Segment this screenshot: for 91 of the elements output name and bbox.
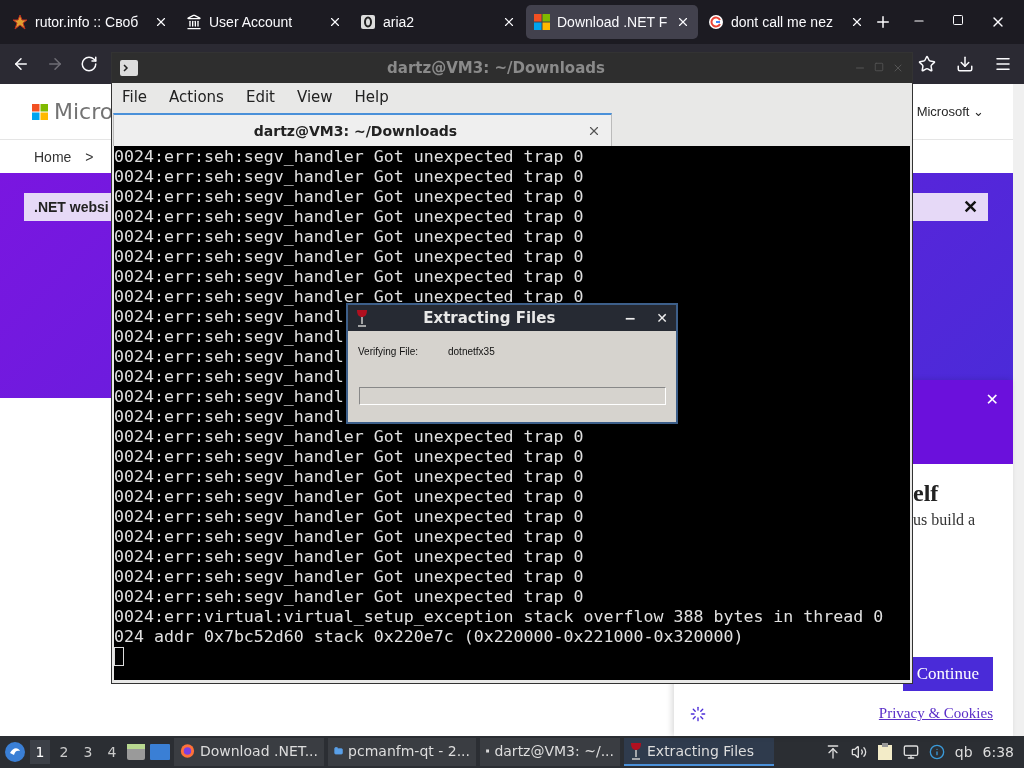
zero-icon — [360, 14, 376, 30]
terminal-line: 0024:err:seh:segv_handler Got unexpected trap 0 — [114, 247, 584, 267]
clock: 6:38 — [982, 744, 1014, 760]
browser-tab[interactable]: Download .NET F — [526, 5, 698, 39]
workspace-button[interactable]: 4 — [102, 740, 122, 764]
back-icon[interactable] — [12, 55, 30, 73]
reload-icon[interactable] — [80, 55, 98, 73]
terminal-line: 0024:err:seh:segv_handler Got unexpected trap 0 — [114, 147, 584, 167]
close-button[interactable]: ✕ — [985, 390, 999, 454]
terminal-line: 0024:err:seh:segv_handler Got unexpected trap 0 — [114, 447, 584, 467]
close-icon[interactable] — [328, 15, 342, 29]
workspace-button[interactable]: 1 — [30, 740, 50, 764]
terminal-line: 0024:err:seh:segv_handler Got unexpected trap 0 — [114, 427, 584, 447]
close-icon[interactable] — [502, 15, 516, 29]
terminal-line: 0024:err:seh:segv_handler Got unexpected trap 0 — [114, 167, 584, 187]
menu-item[interactable]: Edit — [245, 88, 275, 106]
network-icon[interactable] — [902, 744, 919, 760]
close-icon[interactable] — [850, 15, 864, 29]
breadcrumb-item: > — [85, 148, 94, 165]
dialog-title: Extracting Files — [422, 309, 557, 327]
terminal-line: 0024:err:seh:segv_handler Got unexpected trap 0 — [114, 507, 584, 527]
terminal-line: 0024:err:seh:segv_handl — [114, 367, 344, 387]
breadcrumb-item[interactable]: Home — [34, 148, 72, 165]
terminal-tab[interactable]: dartz@VM3: ~/Downloads — [113, 113, 612, 146]
menu-item[interactable]: Help — [354, 88, 389, 106]
cookie-heading: elf — [913, 480, 940, 507]
terminal-line: 0024:err:seh:segv_handl — [114, 387, 344, 407]
menu-item[interactable]: File — [122, 88, 148, 106]
menu-icon[interactable] — [994, 55, 1012, 73]
logo-text: Micro — [54, 99, 114, 124]
restore-icon[interactable] — [952, 14, 964, 26]
account-menu[interactable]: Microsoft ⌄ — [916, 104, 984, 119]
window-title: dartz@VM3: ~/Downloads — [386, 59, 606, 77]
browser-tab[interactable]: User Account — [178, 5, 350, 39]
taskbar-task[interactable]: dartz@VM3: ~/... — [480, 738, 620, 766]
terminal-line: 0024:err:virtual:virtual_setup_exception stack overflow 388 bytes in thread 0 — [114, 607, 884, 627]
spinner-icon — [690, 705, 706, 722]
info-icon[interactable] — [928, 744, 945, 760]
terminal-line: 0024:err:seh:segv_handler Got unexpected trap 0 — [114, 527, 584, 547]
terminal-line: 0024:err:seh:segv_handler Got unexpected trap 0 — [114, 587, 584, 607]
field-label: Verifying File: — [358, 346, 420, 357]
terminal-line: 0024:err:seh:segv_handl — [114, 327, 344, 347]
star-icon — [12, 14, 28, 30]
clipboard-icon[interactable] — [876, 743, 893, 761]
terminal-line: 0024:err:seh:segv_handler Got unexpected trap 0 — [114, 267, 584, 287]
taskbar-task[interactable]: pcmanfm-qt - 2... — [328, 738, 476, 766]
browser-tab[interactable]: rutor.info :: Своб — [4, 5, 176, 39]
bookmark-star-icon[interactable] — [918, 55, 936, 73]
menu-item[interactable]: View — [296, 88, 333, 106]
minimize-button[interactable]: − — [624, 310, 637, 326]
file-name: dotnetfx35 — [448, 346, 495, 357]
privacy-link[interactable]: Privacy & Cookies — [878, 705, 993, 722]
browser-tab[interactable]: aria2 — [352, 5, 524, 39]
volume-icon[interactable] — [850, 744, 867, 760]
drive-icon[interactable] — [126, 743, 146, 761]
tray-app-label[interactable]: qb — [954, 744, 973, 760]
bank-icon — [186, 14, 202, 30]
windows-logo-icon — [32, 103, 48, 120]
wine-glass-icon — [356, 309, 368, 327]
close-button[interactable]: ✕ — [656, 310, 668, 326]
notice-text: .NET websi — [34, 199, 109, 215]
terminal-line: 0024:err:seh:segv_handler Got unexpected trap 0 — [114, 487, 584, 507]
download-icon[interactable] — [956, 55, 974, 73]
menu-item[interactable]: Actions — [169, 88, 224, 106]
terminal-line: 0024:err:seh:segv_handler Got unexpected trap 0 — [114, 547, 584, 567]
cookie-text: us build a — [913, 511, 977, 529]
terminal-line: 0024:err:seh:segv_handl — [114, 407, 344, 427]
firefox-icon — [180, 742, 195, 760]
taskbar-task[interactable]: Download .NET... — [174, 738, 324, 766]
terminal-line: 0024:err:seh:segv_handler Got unexpected trap 0 — [114, 207, 584, 227]
new-tab-icon[interactable] — [874, 13, 892, 31]
terminal-line: 0024:err:seh:segv_handler Got unexpected trap 0 — [114, 187, 584, 207]
taskbar-task[interactable]: Extracting Files — [624, 738, 774, 766]
close-button[interactable]: ✕ — [963, 196, 978, 218]
terminal-line: 0024:err:seh:segv_handler Got unexpected trap 0 — [114, 467, 584, 487]
workspace-button[interactable]: 2 — [54, 740, 74, 764]
start-menu-icon[interactable] — [4, 741, 26, 763]
workspace-button[interactable]: 3 — [78, 740, 98, 764]
wine-glass-icon — [630, 742, 642, 760]
close-icon[interactable] — [676, 15, 690, 29]
terminal-line: 0024:err:seh:segv_handl — [114, 307, 344, 327]
terminal-line: 0024:err:seh:segv_handler Got unexpected trap 0 — [114, 567, 584, 587]
terminal-line: 0024:err:seh:segv_handl — [114, 347, 344, 367]
close-icon[interactable] — [154, 15, 168, 29]
terminal-line: 0024:err:seh:segv_handler Got unexpected trap 0 — [114, 227, 584, 247]
g-logo-icon — [708, 14, 724, 30]
windows-logo-icon — [534, 14, 550, 30]
terminal-line: 024 addr 0x7bc52d60 stack 0x220e7c (0x220000-0x221000-0x320000) — [114, 627, 744, 647]
text-cursor — [114, 647, 124, 666]
terminal-line: 0024:err:seh:segv_handler Got unexpected trap 0 — [114, 287, 584, 307]
browser-tab[interactable]: dont call me nez — [700, 5, 872, 39]
